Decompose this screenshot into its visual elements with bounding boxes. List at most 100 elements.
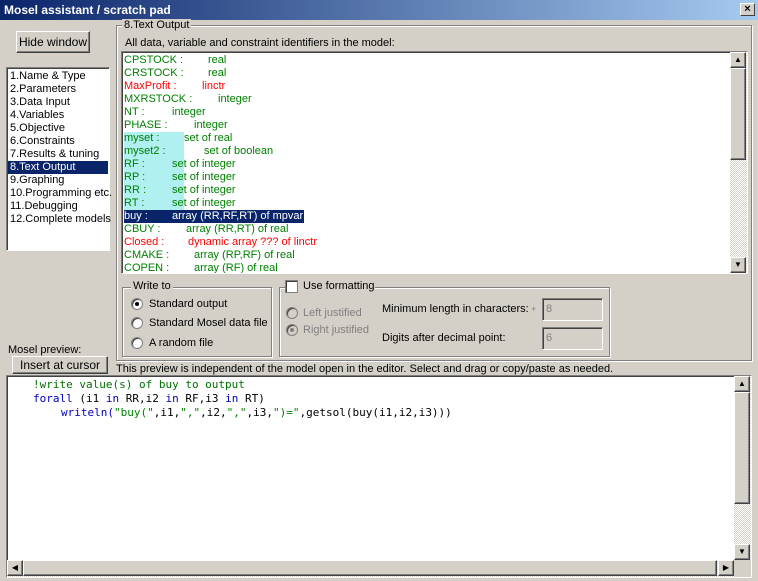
digits-input[interactable]: 6 — [542, 327, 603, 350]
scroll-down-icon[interactable]: ▼ — [730, 257, 746, 273]
code-scroll-down-icon[interactable]: ▼ — [734, 544, 750, 560]
section-item[interactable]: 1.Name & Type — [8, 70, 108, 83]
section-item[interactable]: 6.Constraints — [8, 135, 108, 148]
identifier-rows: CPSTOCK : real CRSTOCK : real MaxProfit : lin… — [124, 54, 730, 274]
code-line-writeln: writeln("buy(",i1,",",i2,",",i3,")=",get… — [61, 406, 452, 419]
code-scroll-thumb[interactable] — [734, 392, 750, 504]
code-hscrollbar[interactable]: ◀ ▶ — [7, 560, 734, 577]
identifier-name: RT : — [124, 197, 145, 209]
write-to-option-label: Standard Mosel data file — [149, 317, 268, 329]
preview-label: Mosel preview: — [8, 344, 82, 356]
identifier-name: CPSTOCK : — [124, 54, 184, 66]
identifier-row[interactable]: CPSTOCK : real — [124, 54, 730, 67]
identifier-row[interactable]: RR : set of integer — [124, 184, 730, 197]
identifier-row[interactable]: CBUY : array (RR,RT) of real — [124, 223, 730, 236]
code-preview[interactable]: !write value(s) of buy to output forall … — [6, 375, 752, 578]
write-to-radio[interactable] — [131, 317, 143, 329]
identifier-type: real — [208, 54, 227, 66]
identifier-row[interactable]: CMAKE : array (RP,RF) of real — [124, 249, 730, 262]
code-scroll-left-icon[interactable]: ◀ — [7, 560, 23, 576]
identifier-type: set of integer — [172, 197, 236, 209]
scroll-thumb[interactable] — [730, 68, 746, 160]
close-icon: × — [744, 3, 751, 15]
identifier-type: set of boolean — [204, 145, 274, 157]
radio-dot-icon — [135, 302, 139, 306]
identifier-name: Closed : — [124, 236, 165, 248]
identifier-list-scrollbar[interactable]: ▲ ▼ — [730, 52, 747, 273]
section-list[interactable]: 1.Name & Type 2.Parameters 3.Data Input 4.V… — [6, 67, 112, 251]
code-vscrollbar[interactable]: ▲ ▼ — [734, 376, 751, 560]
identifier-row[interactable]: myset : set of real — [124, 132, 730, 145]
section-item[interactable]: 4.Variables — [8, 109, 108, 122]
identifier-row[interactable]: MXRSTOCK : integer — [124, 93, 730, 106]
identifier-name: RF : — [124, 158, 145, 170]
title-bar: Mosel assistant / scratch pad — [0, 0, 758, 20]
right-justified-label: Right justified — [303, 324, 370, 336]
hide-window-button[interactable]: Hide window — [16, 31, 90, 53]
identifier-row[interactable]: MaxProfit : linctr — [124, 80, 730, 93]
preview-note: This preview is independent of the model… — [116, 363, 614, 375]
identifier-name: MaxProfit : — [124, 80, 177, 92]
code-scroll-up-icon[interactable]: ▲ — [734, 376, 750, 392]
scroll-up-icon[interactable]: ▲ — [730, 52, 746, 68]
identifier-row[interactable]: PHASE : integer — [124, 119, 730, 132]
identifier-type: set of integer — [172, 171, 236, 183]
identifier-list[interactable]: CPSTOCK : real CRSTOCK : real MaxProfit : lin… — [121, 51, 748, 274]
identifier-row[interactable]: RT : set of integer — [124, 197, 730, 210]
identifier-name: PHASE : — [124, 119, 168, 131]
code-hscroll-thumb[interactable] — [23, 560, 717, 576]
section-item[interactable]: 5.Objective — [8, 122, 108, 135]
code-scroll-right-icon[interactable]: ▶ — [718, 560, 734, 576]
identifier-row[interactable]: NT : integer — [124, 106, 730, 119]
identifier-row[interactable]: RP : set of integer — [124, 171, 730, 184]
identifier-row[interactable]: buy : array (RR,RF,RT) of mpvar — [124, 210, 730, 223]
identifier-type: dynamic array ??? of linctr — [188, 236, 317, 248]
identifier-name: RR : — [124, 184, 146, 196]
section-item[interactable]: 12.Complete models — [8, 213, 111, 226]
section-item[interactable]: 8.Text Output — [8, 161, 108, 174]
identifier-row[interactable]: Closed : dynamic array ??? of linctr — [124, 236, 730, 249]
min-length-input[interactable]: 8 — [542, 298, 603, 321]
left-justified-label: Left justified — [303, 307, 362, 319]
identifier-name: MXRSTOCK : — [124, 93, 193, 105]
identifier-name: NT : — [124, 106, 145, 118]
section-item[interactable]: 3.Data Input — [8, 96, 108, 109]
identifier-type: integer — [194, 119, 228, 131]
write-to-radio[interactable] — [131, 337, 143, 349]
identifier-name: myset : — [124, 132, 160, 144]
write-to-group-title: Write to — [131, 280, 173, 292]
section-item[interactable]: 10.Programming etc. — [8, 187, 112, 200]
use-formatting-checkbox[interactable] — [285, 280, 298, 293]
insert-at-cursor-button[interactable]: Insert at cursor — [12, 356, 108, 374]
identifier-type: set of integer — [172, 158, 236, 170]
section-items: 1.Name & Type 2.Parameters 3.Data Input 4.V… — [8, 70, 112, 226]
section-item[interactable]: 11.Debugging — [8, 200, 108, 213]
window-title: Mosel assistant / scratch pad — [4, 3, 171, 17]
min-length-label: Minimum length in characters: — [382, 303, 529, 315]
right-justified-radio[interactable] — [286, 324, 298, 336]
identifier-row[interactable]: RF : set of integer — [124, 158, 730, 171]
section-item[interactable]: 7.Results & tuning — [8, 148, 108, 161]
digits-label: Digits after decimal point: — [382, 332, 506, 344]
section-item[interactable]: 9.Graphing — [8, 174, 108, 187]
identifier-type: linctr — [202, 80, 226, 92]
identifier-row[interactable]: COPEN : array (RF) of real — [124, 262, 730, 274]
identifier-row[interactable]: myset2 : set of boolean — [124, 145, 730, 158]
identifier-name: CBUY : — [124, 223, 161, 235]
identifier-name: CMAKE : — [124, 249, 170, 261]
identifier-type: array (RR,RT) of real — [186, 223, 289, 235]
scroll-corner — [734, 560, 751, 577]
identifier-name: RP : — [124, 171, 146, 183]
identifier-name: CRSTOCK : — [124, 67, 184, 79]
write-to-radio[interactable] — [131, 298, 143, 310]
identifier-type: array (RF) of real — [194, 262, 278, 274]
identifier-row[interactable]: CRSTOCK : real — [124, 67, 730, 80]
identifier-type: set of real — [184, 132, 233, 144]
write-to-option-label: A random file — [149, 337, 214, 349]
section-item[interactable]: 2.Parameters — [8, 83, 108, 96]
close-button[interactable]: × — [740, 3, 755, 16]
identifier-type: integer — [172, 106, 206, 118]
code-line-comment: !write value(s) of buy to output — [33, 378, 245, 391]
identifier-list-caption: All data, variable and constraint identi… — [125, 37, 395, 49]
left-justified-radio[interactable] — [286, 307, 298, 319]
